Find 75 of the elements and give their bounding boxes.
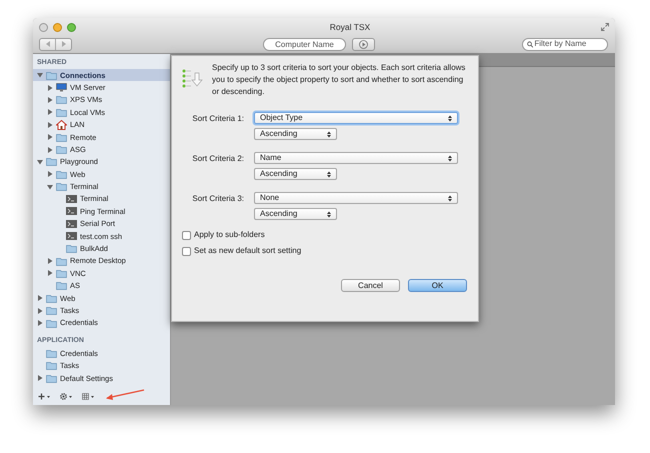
folder-icon [56,256,67,266]
arrow-annotation [106,389,146,403]
triangle-right-icon[interactable] [47,122,53,128]
triangle-right-icon[interactable] [47,96,53,103]
terminal-icon [66,207,77,216]
criteria-label: Sort Criteria 2: [191,153,245,165]
connect-button[interactable] [352,38,375,50]
checkbox[interactable] [182,230,191,240]
triangle-right-icon[interactable] [47,146,53,153]
triangle-right-icon[interactable] [37,375,43,382]
triangle-right-icon[interactable] [37,295,43,302]
triangle-down-icon[interactable] [37,158,43,165]
property-select[interactable]: Name [254,152,458,164]
order-select[interactable]: Ascending [254,208,337,220]
stepper-icon [448,154,452,162]
dialog-description: Specify up to 3 sort criteria to sort your objects. Each sort criteria allows you to specify the object property to sort and whether to sort ascending or descending. [212,62,466,98]
house-icon [56,120,67,130]
folder-icon [46,318,57,328]
property-select[interactable]: None [254,192,458,204]
folder-icon [46,294,57,303]
terminal-icon [66,220,77,228]
folder-icon [46,361,57,370]
folder-icon [66,244,77,254]
checkbox-label: Apply to sub-folders [194,229,265,241]
folder-icon [56,108,67,117]
folder-icon [56,170,67,179]
folder-icon [56,268,67,278]
play-icon [359,40,368,48]
monitor-icon [56,83,67,92]
criteria-label: Sort Criteria 1: [191,113,245,125]
property-select[interactable]: Object Type [254,112,458,124]
computer-name-field[interactable]: Computer Name [263,38,346,50]
order-select[interactable]: Ascending [254,128,337,140]
folder-icon [56,95,67,104]
triangle-right-icon[interactable] [37,320,43,326]
stepper-icon [448,114,452,122]
ok-button[interactable]: OK [408,279,467,292]
criteria-label: Sort Criteria 3: [191,193,245,205]
folder-icon [46,70,57,80]
sort-icon [182,67,204,89]
triangle-right-icon[interactable] [47,258,53,264]
triangle-down-icon[interactable] [47,184,53,190]
fullscreen-icon[interactable] [601,23,609,31]
folder-icon [46,306,57,316]
stepper-icon [327,130,331,138]
triangle-right-icon[interactable] [47,109,53,116]
triangle-right-icon[interactable] [47,171,53,178]
triangle-right-icon[interactable] [47,84,53,91]
stepper-icon [327,170,331,178]
triangle-right-icon[interactable] [47,270,53,276]
folder-icon [56,182,67,192]
triangle-right-icon[interactable] [37,308,43,314]
zoom-button[interactable] [67,22,76,32]
stepper-icon [327,210,331,218]
add-menu-icon[interactable] [38,392,51,400]
folder-icon [56,145,67,154]
checkbox-label: Set as new default sort setting [194,245,302,257]
search-icon [527,40,534,48]
folder-icon [46,348,57,358]
terminal-icon [66,195,77,204]
cancel-button[interactable]: Cancel [341,279,400,292]
filter-field[interactable]: Filter by Name [522,38,608,50]
order-select[interactable]: Ascending [254,168,337,180]
checkbox[interactable] [182,246,191,256]
gear-menu-icon[interactable] [60,392,73,400]
grid-menu-icon[interactable] [82,392,95,400]
triangle-down-icon[interactable] [37,72,43,78]
terminal-icon [66,232,77,240]
folder-icon [56,132,67,142]
window-title: Royal TSX [330,20,370,34]
stepper-icon [448,194,452,202]
triangle-right-icon[interactable] [47,134,53,140]
folder-icon [56,281,67,290]
folder-icon [46,374,57,383]
folder-icon [46,157,57,166]
